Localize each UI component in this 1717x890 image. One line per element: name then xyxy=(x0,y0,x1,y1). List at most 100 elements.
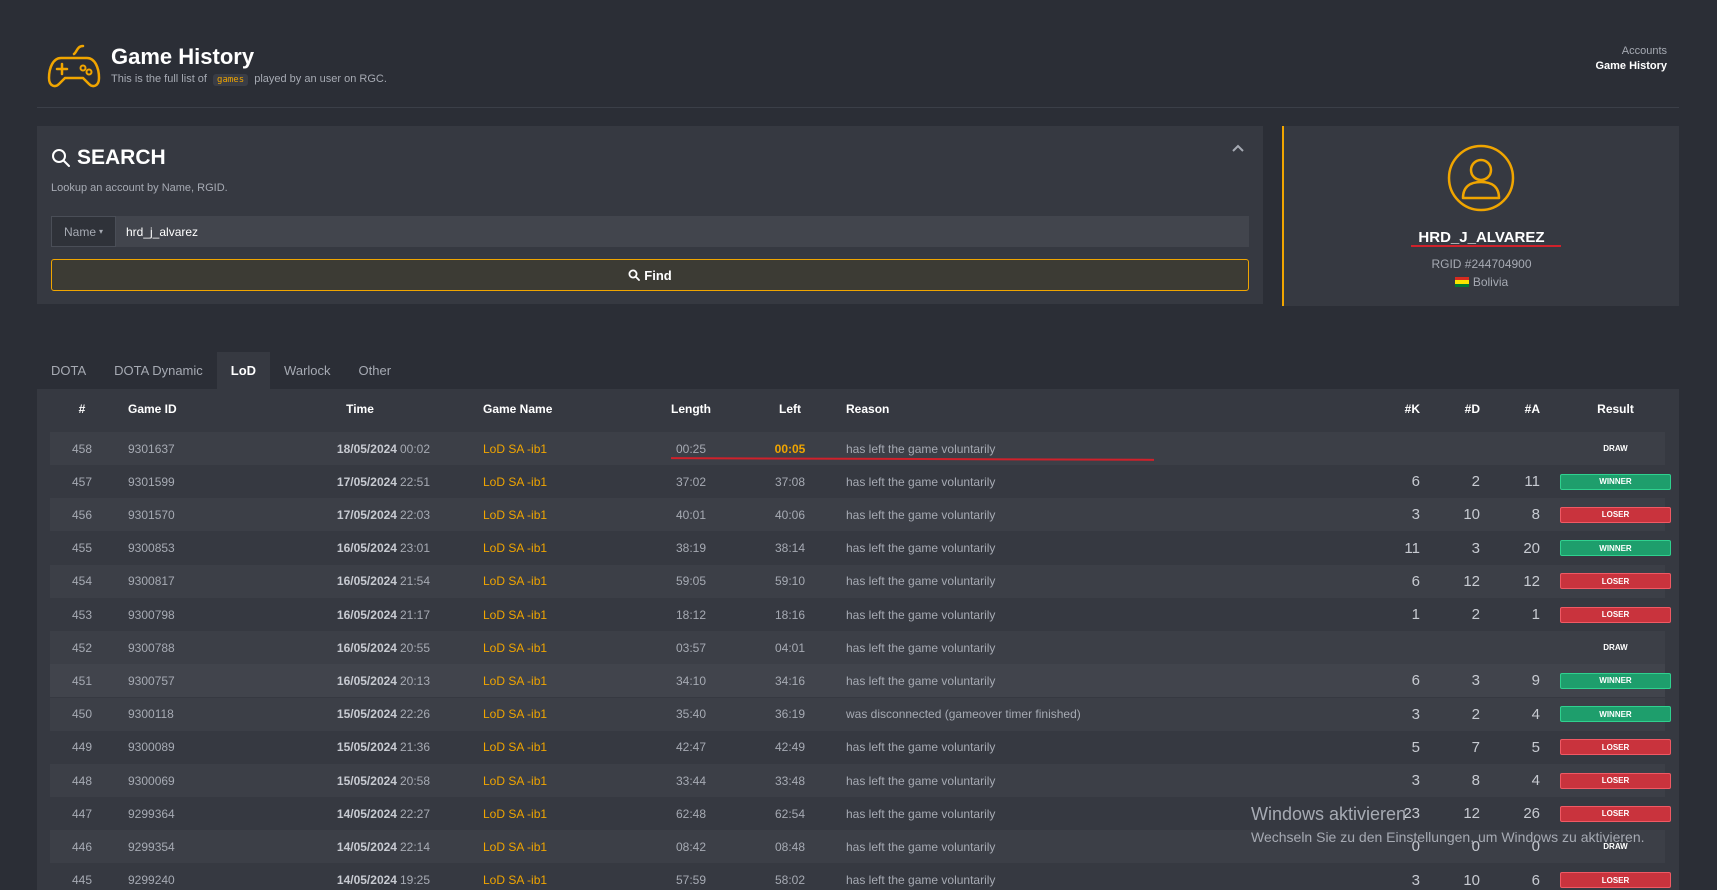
col-kills[interactable]: #K xyxy=(1380,389,1420,429)
col-assists[interactable]: #A xyxy=(1500,389,1540,429)
row-assists: 20 xyxy=(1523,539,1540,557)
row-game-name[interactable]: LoD SA -ib1 xyxy=(483,830,547,863)
col-deaths[interactable]: #D xyxy=(1440,389,1480,429)
row-deaths: 8 xyxy=(1471,772,1480,789)
table-row[interactable]: 448 9300069 LoD SA -ib1 33:44 33:48 has left … xyxy=(50,764,1671,797)
row-num: 445 xyxy=(71,873,93,888)
find-button[interactable]: Find xyxy=(51,259,1249,291)
row-game-name[interactable]: LoD SA -ib1 xyxy=(483,664,547,697)
row-date: 17/05/2024 xyxy=(336,474,397,489)
col-reason[interactable]: Reason xyxy=(846,389,889,429)
row-game-name[interactable]: LoD SA -ib1 xyxy=(483,498,547,531)
row-deaths: 2 xyxy=(1471,705,1480,723)
row-game-name[interactable]: LoD SA -ib1 xyxy=(483,698,547,731)
row-game-name[interactable]: LoD SA -ib1 xyxy=(483,565,547,598)
col-num[interactable]: # xyxy=(50,389,114,429)
row-assists: 1 xyxy=(1531,606,1540,623)
row-game-name[interactable]: LoD SA -ib1 xyxy=(483,764,547,797)
row-game-id: 9300817 xyxy=(128,574,175,589)
row-result: DRAW xyxy=(1560,432,1671,465)
row-result: LOSER xyxy=(1560,565,1671,598)
col-time[interactable]: Time xyxy=(290,389,430,429)
result-badge: LOSER xyxy=(1560,772,1671,789)
row-time: 18/05/2024 00:02 xyxy=(290,432,430,465)
search-input-row: Name ▾ xyxy=(51,216,1249,247)
row-game-name[interactable]: LoD SA -ib1 xyxy=(483,432,547,465)
row-game-name[interactable]: LoD SA -ib1 xyxy=(483,532,547,565)
table-row[interactable]: 453 9300798 LoD SA -ib1 18:12 18:16 has left … xyxy=(50,598,1671,631)
row-deaths xyxy=(1440,432,1480,465)
row-clock: 20:13 xyxy=(399,673,430,688)
table-row[interactable]: 451 9300757 LoD SA -ib1 34:10 34:16 has left … xyxy=(50,664,1671,698)
row-num: 456 xyxy=(71,507,93,522)
tab-dota[interactable]: DOTA xyxy=(37,352,100,389)
breadcrumb-accounts[interactable]: Accounts xyxy=(1595,44,1667,59)
row-game-name[interactable]: LoD SA -ib1 xyxy=(483,731,547,764)
row-num: 457 xyxy=(71,474,93,489)
result-badge: WINNER xyxy=(1560,672,1671,689)
page-subtitle: This is the full list of games played by… xyxy=(111,73,387,86)
row-game-name[interactable]: LoD SA -ib1 xyxy=(483,598,547,631)
row-game-name[interactable]: LoD SA -ib1 xyxy=(483,797,547,830)
row-clock: 22:27 xyxy=(399,806,430,821)
row-length: 40:01 xyxy=(675,507,707,522)
row-kills: 1 xyxy=(1411,606,1420,623)
row-game-id: 9299354 xyxy=(128,839,175,854)
table-row[interactable]: 456 9301570 LoD SA -ib1 40:01 40:06 has left … xyxy=(50,498,1671,532)
user-avatar-icon xyxy=(1447,144,1515,212)
row-game-id: 9301637 xyxy=(128,441,175,456)
table-row[interactable]: 445 9299240 LoD SA -ib1 57:59 58:02 has left … xyxy=(50,864,1671,890)
result-badge: LOSER xyxy=(1560,506,1671,523)
result-badge: DRAW xyxy=(1603,444,1628,453)
col-left[interactable]: Left xyxy=(765,389,815,429)
result-badge: DRAW xyxy=(1603,643,1628,653)
profile-card: HRD_J_ALVAREZ RGID #244704900 Bolivia xyxy=(1282,126,1679,306)
col-game-id[interactable]: Game ID xyxy=(128,389,177,429)
chevron-up-icon[interactable] xyxy=(1231,140,1247,154)
search-type-dropdown[interactable]: Name ▾ xyxy=(51,216,116,247)
table-row[interactable]: 454 9300817 LoD SA -ib1 59:05 59:10 has left … xyxy=(50,564,1671,598)
tab-other[interactable]: Other xyxy=(345,352,406,389)
row-game-id: 9300788 xyxy=(128,640,175,655)
table-row[interactable]: 452 9300788 LoD SA -ib1 03:57 04:01 has left … xyxy=(50,631,1665,665)
gamepad-icon xyxy=(47,44,101,88)
row-game-name[interactable]: LoD SA -ib1 xyxy=(483,631,547,664)
table-row[interactable]: 449 9300089 LoD SA -ib1 42:47 42:49 has left … xyxy=(50,731,1671,764)
row-left: 00:05 xyxy=(774,441,806,456)
row-reason: has left the game voluntarily xyxy=(846,640,996,655)
col-result[interactable]: Result xyxy=(1560,389,1671,429)
table-row[interactable]: 450 9300118 LoD SA -ib1 35:40 36:19 was disco… xyxy=(50,697,1671,731)
table-row[interactable]: 455 9300853 LoD SA -ib1 38:19 38:14 has left … xyxy=(50,532,1671,565)
row-kills: 3 xyxy=(1411,871,1420,889)
row-left: 18:16 xyxy=(774,607,806,622)
row-clock: 22:14 xyxy=(399,839,430,854)
row-date: 14/05/2024 xyxy=(336,839,397,854)
row-time: 16/05/2024 20:55 xyxy=(290,631,430,664)
col-length[interactable]: Length xyxy=(666,389,716,429)
row-game-id: 9301599 xyxy=(128,474,175,489)
search-input[interactable] xyxy=(116,216,1249,247)
row-num: 455 xyxy=(71,541,93,556)
row-game-name[interactable]: LoD SA -ib1 xyxy=(483,864,547,890)
row-length: 34:10 xyxy=(675,673,707,688)
row-left: 59:10 xyxy=(774,574,806,589)
row-assists: 5 xyxy=(1531,738,1540,756)
table-row[interactable]: 457 9301599 LoD SA -ib1 37:02 37:08 has left … xyxy=(50,465,1671,498)
result-badge: LOSER xyxy=(1560,606,1671,623)
row-game-name[interactable]: LoD SA -ib1 xyxy=(483,465,547,498)
table-row[interactable]: 458 9301637 LoD SA -ib1 00:25 00:05 has left … xyxy=(50,432,1665,465)
tab-warlock[interactable]: Warlock xyxy=(270,352,344,389)
row-result: WINNER xyxy=(1560,465,1671,498)
tab-dota-dynamic[interactable]: DOTA Dynamic xyxy=(100,352,217,389)
row-game-id: 9299364 xyxy=(128,806,175,821)
watermark-title: Windows aktivieren xyxy=(1251,804,1407,824)
row-result: LOSER xyxy=(1560,764,1671,797)
tab-lod[interactable]: LoD xyxy=(216,352,271,389)
windows-activation-watermark: Windows aktivieren Wechseln Sie zu den E… xyxy=(1251,804,1645,845)
row-time: 15/05/2024 20:58 xyxy=(290,764,430,797)
row-time: 17/05/2024 22:03 xyxy=(290,498,430,531)
row-date: 16/05/2024 xyxy=(336,607,397,622)
col-game-name[interactable]: Game Name xyxy=(483,389,552,429)
breadcrumb-game-history: Game History xyxy=(1595,60,1667,72)
row-date: 16/05/2024 xyxy=(336,541,397,556)
